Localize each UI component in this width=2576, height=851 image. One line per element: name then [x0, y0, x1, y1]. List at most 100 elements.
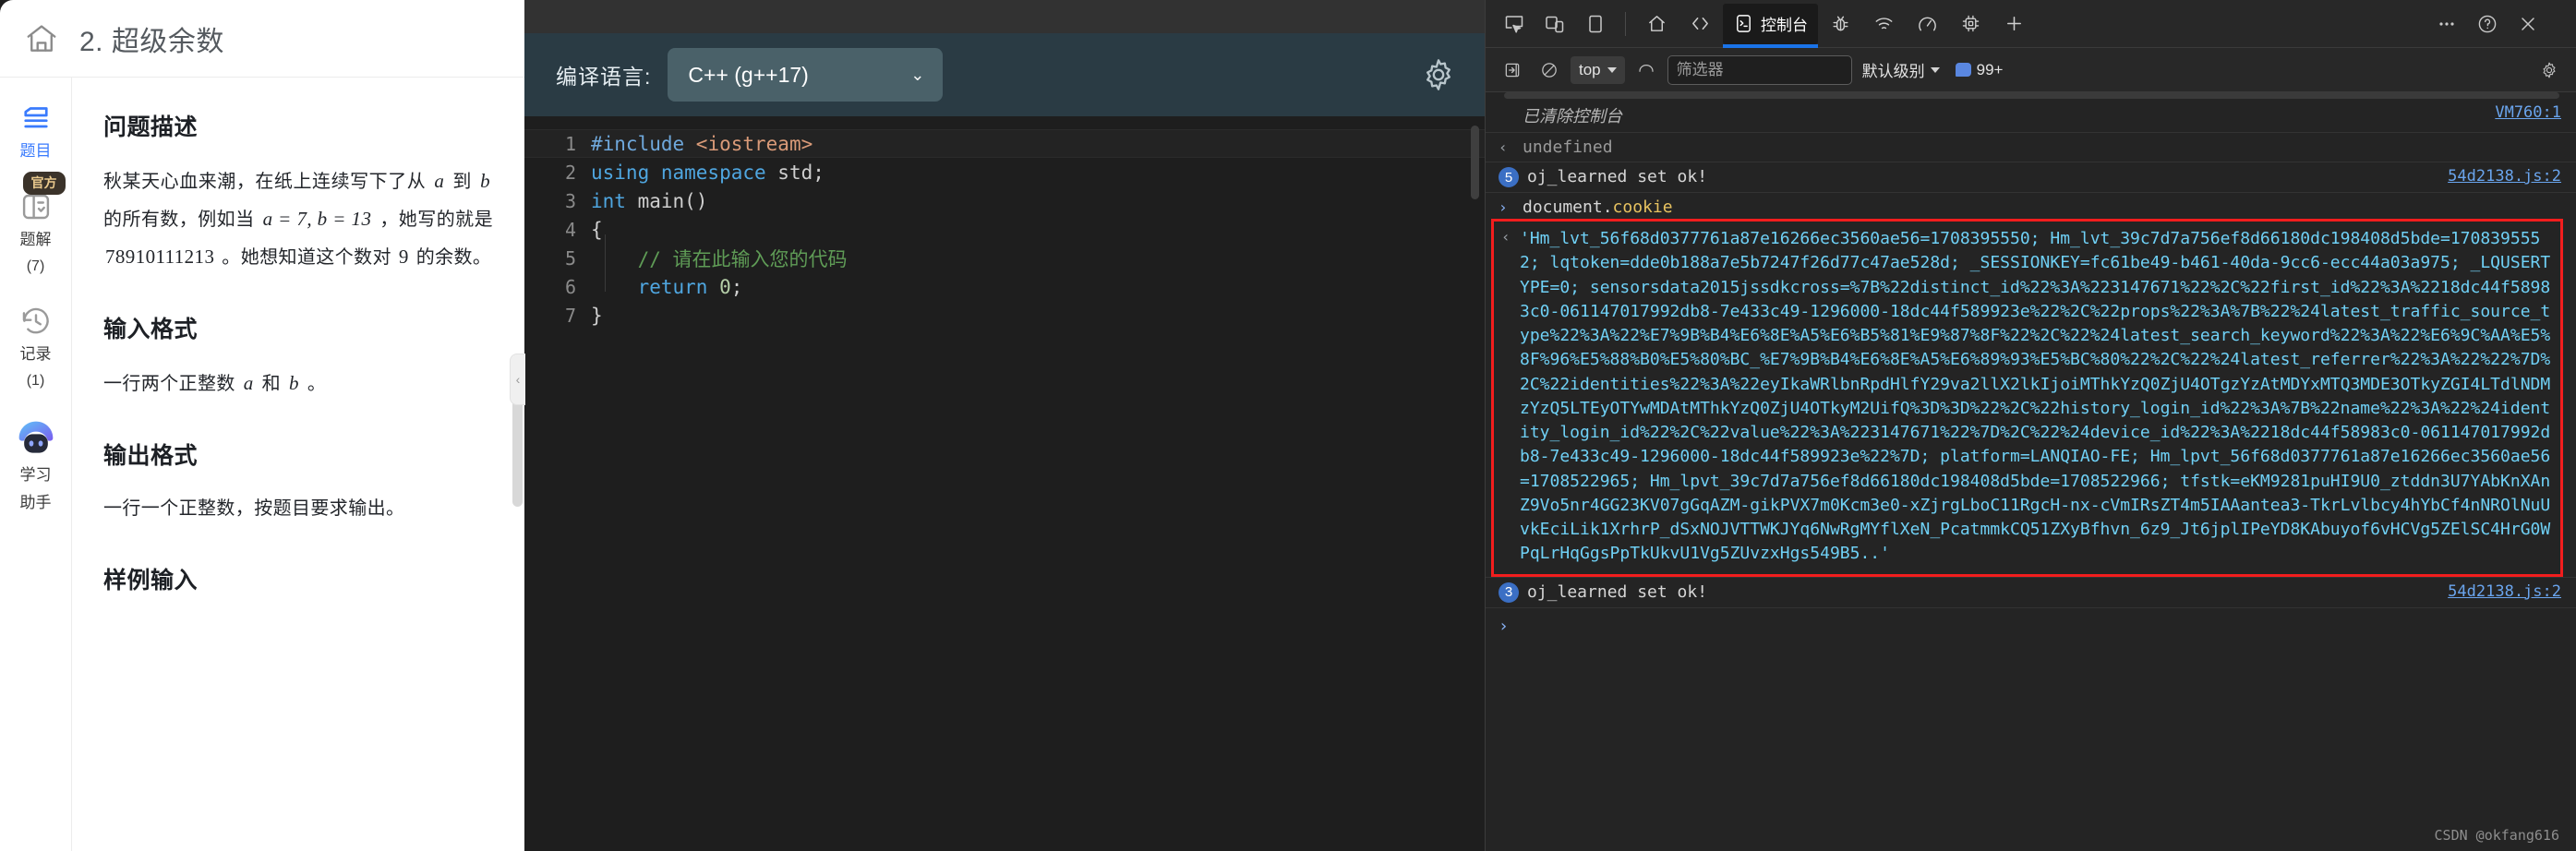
code-line[interactable]: 6 return 0; — [524, 272, 1485, 301]
devtools-toolbar: 控制台 — [1486, 0, 2576, 48]
page-title: 2. 超级余数 — [79, 26, 224, 57]
console-source-link[interactable]: 54d2138.js:2 — [2448, 167, 2561, 186]
code-line[interactable]: 1 #include <iostream> — [524, 129, 1485, 158]
line-number: 3 — [564, 189, 576, 212]
section-heading-output: 输出格式 — [103, 443, 199, 469]
console-input-expression: document.cookie — [1523, 198, 2561, 217]
editor-topbar — [524, 0, 1485, 33]
line-number: 7 — [564, 304, 576, 327]
console-output[interactable]: 已清除控制台 VM760:1 ‹ undefined 5 oj_learned … — [1486, 92, 2576, 851]
code-scrollbar[interactable] — [1471, 126, 1479, 199]
close-icon[interactable] — [2509, 6, 2547, 42]
code-line[interactable]: 5 // 请在此输入您的代码 — [524, 244, 1485, 272]
expr-object: document. — [1523, 198, 1613, 217]
sidebar-item-assistant[interactable]: 学习 助手 — [3, 418, 69, 514]
code-token: return — [637, 275, 720, 298]
line-number: 2 — [564, 161, 576, 184]
console-prompt[interactable]: › — [1486, 608, 2576, 644]
input-format-text: 一行两个正整数 a 和 b 。 — [103, 365, 493, 402]
console-source-link[interactable]: 54d2138.js:2 — [2448, 582, 2561, 601]
tab-network[interactable] — [1863, 4, 1905, 44]
tab-debugger[interactable] — [1820, 4, 1861, 44]
tab-console[interactable]: 控制台 — [1723, 3, 1818, 48]
problem-content: 问题描述 秋某天心血来潮，在纸上连续写下了从 a 到 b 的所有数，例如当 a … — [72, 78, 524, 851]
code-token: int — [591, 189, 638, 212]
console-undefined-result: undefined — [1523, 138, 1613, 157]
sidebar-item-label: 学习 — [19, 466, 52, 485]
output-format-text: 一行一个正整数，按题目要求输出。 — [103, 498, 405, 519]
filter-input[interactable] — [1667, 54, 1852, 85]
sidebar-item-solutions[interactable]: 官方 题解 (7) — [3, 171, 69, 277]
gear-icon[interactable] — [2534, 55, 2565, 85]
collapse-panel-handle[interactable]: ‹ — [510, 354, 525, 405]
live-expression-icon[interactable] — [1631, 55, 1662, 85]
list-icon — [19, 102, 53, 135]
code-token: std; — [777, 161, 825, 184]
help-icon[interactable] — [2468, 6, 2507, 42]
robot-icon — [16, 418, 56, 459]
console-row-log-2: 3 oj_learned set ok! 54d2138.js:2 — [1486, 576, 2576, 608]
sidebar-item-records[interactable]: 记录 (1) — [3, 305, 69, 391]
code-text: using namespace std; — [591, 162, 825, 184]
input-part-2: 和 — [256, 374, 286, 394]
console-log-message: oj_learned set ok! — [1527, 581, 1708, 602]
console-row-cleared: 已清除控制台 VM760:1 — [1486, 99, 2576, 133]
tab-performance[interactable] — [1907, 4, 1948, 44]
indent-guide — [605, 234, 606, 292]
result-arrow-icon: ‹ — [1499, 138, 1508, 156]
problem-rail: 题目 官方 题解 (7) 记录 (1) 学习 助手 — [0, 78, 72, 851]
problem-body: 题目 官方 题解 (7) 记录 (1) 学习 助手 问题描述 秋某天心血来潮，在… — [0, 78, 525, 851]
log-level-label: 默认级别 — [1861, 63, 1925, 80]
code-area[interactable]: 1 #include <iostream> 2 using namespace std… — [524, 116, 1485, 851]
line-number: 6 — [564, 275, 576, 298]
home-icon[interactable] — [24, 21, 59, 56]
solution-icon — [19, 190, 53, 223]
editor-language-bar: 编译语言: C++ (g++17) ⌄ — [524, 33, 1485, 116]
history-icon — [19, 305, 53, 338]
sidebar-item-label-2: 助手 — [19, 494, 52, 512]
tab-sources[interactable] — [1679, 4, 1721, 44]
inspect-element-icon[interactable] — [1495, 6, 1534, 42]
log-level-select[interactable]: 默认级别 — [1858, 58, 1944, 81]
sidebar-item-label: 记录 — [19, 344, 52, 363]
row-gutter — [1499, 103, 1523, 104]
repeat-count-badge: 3 — [1499, 581, 1519, 603]
console-source-link[interactable]: VM760:1 — [2495, 103, 2561, 122]
tab-memory[interactable] — [1950, 4, 1992, 44]
show-sidebar-icon[interactable] — [1497, 55, 1528, 85]
sidebar-item-count: (7) — [26, 258, 45, 274]
devtools-panel: 控制台 top 筛选器 默认级别 99+ 已清除控制台 VM760:1 ‹ un… — [1485, 0, 2576, 851]
toolbar-divider — [1625, 11, 1626, 36]
section-heading-sample-input: 样例输入 — [103, 568, 199, 593]
code-line[interactable]: 7} — [524, 301, 1485, 330]
code-token: } — [591, 304, 603, 327]
device-toolbar-icon[interactable] — [1535, 6, 1574, 42]
console-row-input-expression: › document.cookie — [1486, 193, 2576, 219]
desc-part-6: 的余数。 — [410, 247, 492, 268]
code-token: main() — [637, 189, 708, 212]
code-line[interactable]: 4{ — [524, 215, 1485, 244]
gear-icon[interactable] — [1420, 56, 1457, 93]
sidebar-item-description[interactable]: 题目 — [3, 102, 69, 162]
code-token: 0 — [719, 275, 731, 298]
code-text: int main() — [591, 190, 707, 212]
desc-part-4: ，她写的就是 — [374, 210, 493, 230]
code-token: using namespace — [591, 161, 778, 184]
dock-panel-icon[interactable] — [1576, 6, 1615, 42]
add-panel-button[interactable] — [1993, 4, 2035, 44]
line-number: 5 — [564, 246, 576, 270]
code-line[interactable]: 2 using namespace std; — [524, 158, 1485, 186]
language-select-value: C++ (g++17) — [688, 62, 809, 87]
code-line[interactable]: 3 int main() — [524, 186, 1485, 215]
console-log-message: oj_learned set ok! — [1527, 167, 1708, 186]
clear-console-icon[interactable] — [1534, 55, 1565, 85]
language-select[interactable]: C++ (g++17) ⌄ — [668, 48, 944, 102]
desc-modulus: 9 — [398, 246, 409, 268]
execution-context-select[interactable]: top — [1571, 55, 1625, 84]
desc-equation: a = 7, b = 13 — [262, 208, 372, 230]
code-token: ; — [730, 275, 743, 298]
sidebar-item-label: 题解 — [19, 230, 52, 248]
code-lines: 1 #include <iostream> 2 using namespace std… — [524, 129, 1485, 330]
more-options-icon[interactable] — [2427, 6, 2466, 42]
tab-home[interactable] — [1636, 4, 1678, 44]
